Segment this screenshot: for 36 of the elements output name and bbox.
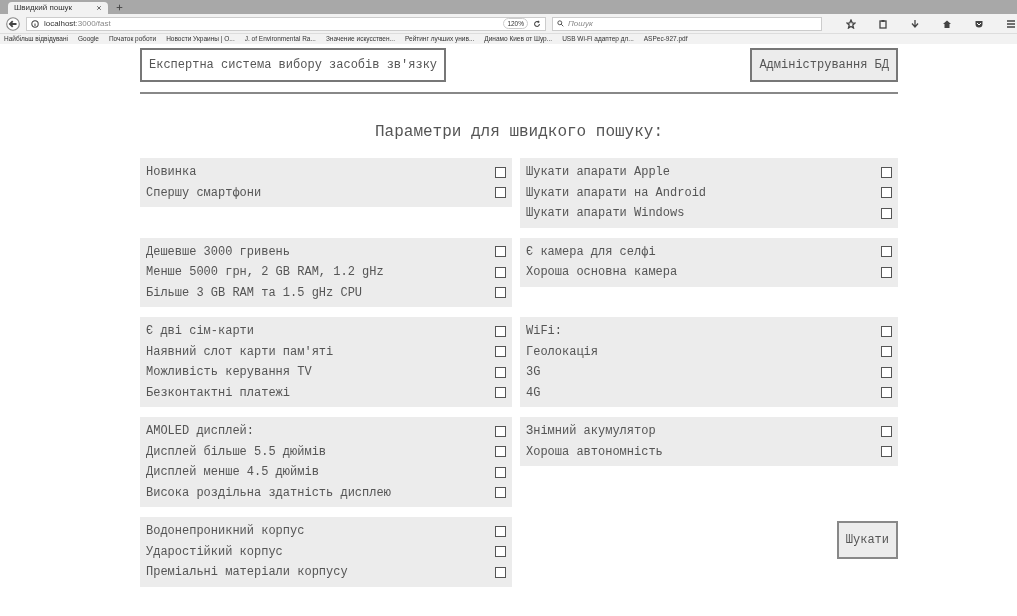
option-label: Шукати апарати Windows	[526, 205, 685, 223]
search-placeholder: Пошук	[568, 17, 593, 30]
search-button[interactable]: Шукати	[836, 521, 898, 559]
option-label: Ударостійкий корпус	[146, 543, 283, 561]
option-label: Шукати апарати Apple	[526, 164, 671, 182]
option-label: Є дві сім-карти	[146, 323, 255, 341]
search-field[interactable]: Пошук	[552, 16, 822, 31]
browser-tab[interactable]: Швидкий пошук	[8, 2, 108, 14]
option-label: 4G	[526, 384, 541, 402]
option-label: Водонепроникний корпус	[146, 523, 305, 541]
option-label: Хороша основна камера	[526, 264, 678, 282]
option-label: AMOLED дисплей:	[146, 423, 255, 441]
option-label: Дисплей більше 5.5 дюймів	[146, 443, 327, 461]
option-label: WiFi:	[526, 323, 562, 341]
option-label: Менше 5000 грн, 2 GB RAM, 1.2 gHz	[146, 264, 384, 282]
option-label: Новинка	[146, 164, 197, 182]
option-label: Висока роздільна здатність дисплею	[146, 484, 391, 502]
option-label: Преміальні матеріали корпусу	[146, 564, 348, 582]
option-label: Безконтактні платежі	[146, 384, 291, 402]
page-heading: Параметри для швидкого пошуку:	[373, 122, 664, 143]
option-label: Можливість керування TV	[146, 364, 312, 382]
option-label: Шукати апарати на Android	[526, 184, 707, 202]
tab-title: Швидкий пошук	[14, 2, 73, 14]
url-text: localhost:3000/fast	[44, 17, 111, 30]
option-label: Спершу смартфони	[146, 184, 262, 202]
option-label: Є камера для селфі	[526, 243, 656, 261]
option-label: Більше 3 GB RAM та 1.5 gHz CPU	[146, 284, 363, 302]
option-label: 3G	[526, 364, 541, 382]
option-label: Геолокація	[526, 343, 598, 361]
site-title: Експертна система вибору засобів зв'язку	[140, 48, 447, 82]
option-label: Дисплей менше 4.5 дюймів	[146, 464, 319, 482]
option-label: Знімний акумулятор	[526, 423, 656, 441]
option-label: Дешевше 3000 гривень	[146, 243, 291, 261]
option-label: Хороша автономність	[526, 443, 663, 461]
admin-button[interactable]: Адміністрування БД	[750, 48, 898, 82]
option-label: Наявний слот карти пам'яті	[146, 343, 334, 361]
